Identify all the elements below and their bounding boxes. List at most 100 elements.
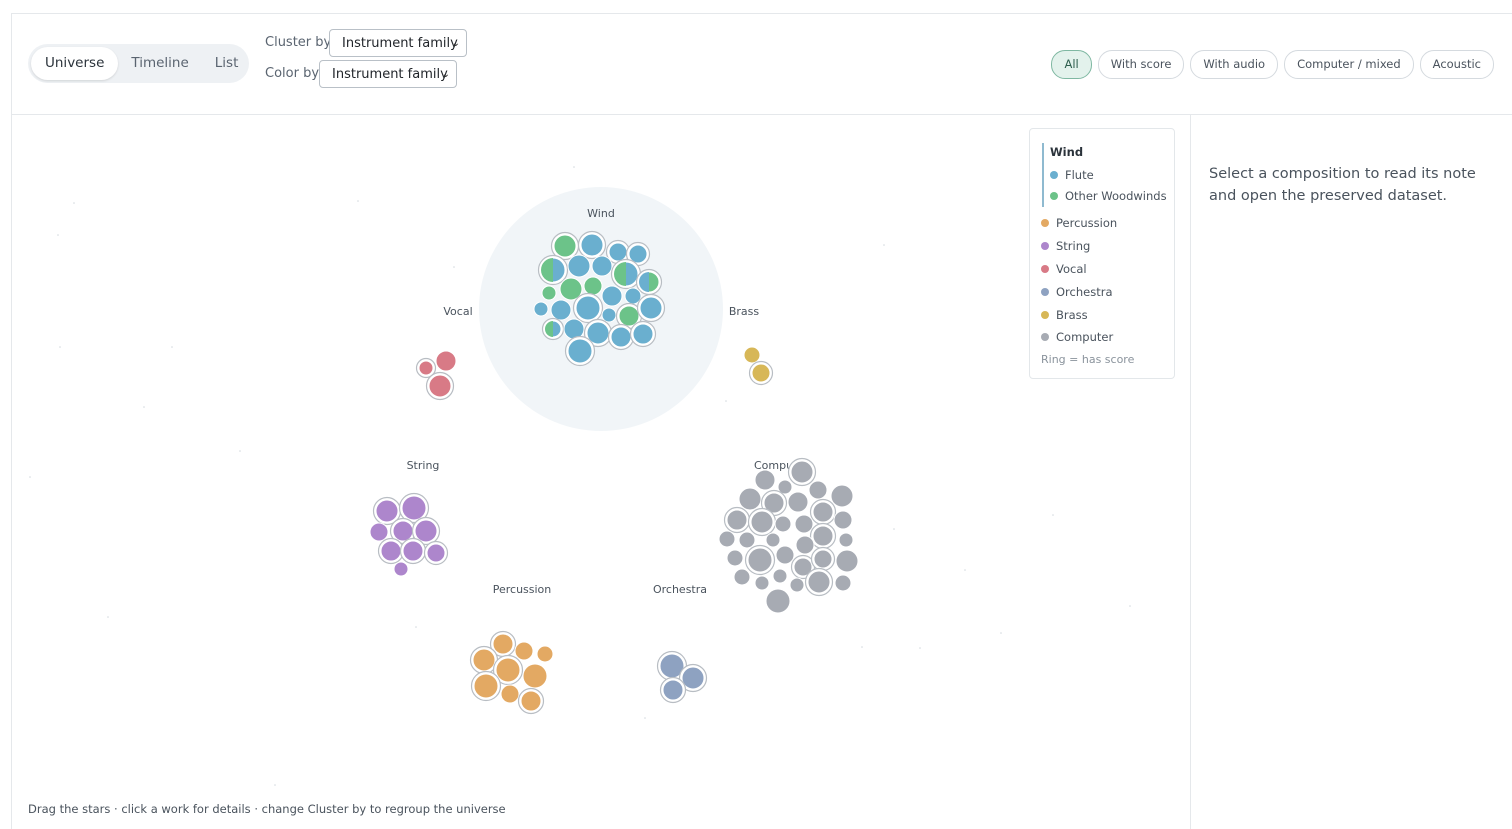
panel-divider: [1190, 115, 1191, 829]
composition-bubble[interactable]: [772, 568, 788, 584]
filter-all-chip[interactable]: All: [1051, 50, 1092, 79]
composition-bubble[interactable]: [754, 575, 770, 591]
composition-bubble[interactable]: [500, 684, 520, 704]
composition-bubble[interactable]: [662, 679, 684, 701]
composition-bubble[interactable]: [812, 501, 834, 523]
filter-with-score-chip[interactable]: With score: [1097, 50, 1185, 79]
legend-item-label: Orchestra: [1056, 285, 1113, 299]
composition-bubble[interactable]: [835, 549, 859, 573]
composition-bubble[interactable]: [790, 460, 814, 484]
cluster-by-label: Cluster by: [265, 35, 332, 50]
chevron-down-icon: ⌄: [451, 38, 460, 49]
composition-bubble[interactable]: [375, 499, 399, 523]
composition-bubble[interactable]: [428, 374, 452, 398]
composition-bubble[interactable]: [522, 663, 548, 689]
composition-bubble[interactable]: [520, 690, 542, 712]
composition-bubble[interactable]: [750, 510, 774, 534]
composition-bubble[interactable]: [414, 519, 438, 543]
composition-bubble[interactable]: [580, 233, 604, 257]
composition-bubble[interactable]: [402, 540, 424, 562]
filter-computer-mixed-chip[interactable]: Computer / mixed: [1284, 50, 1414, 79]
percussion-dot-icon: [1041, 218, 1049, 227]
composition-bubble[interactable]: [751, 363, 771, 383]
composition-bubble[interactable]: [838, 532, 854, 548]
composition-bubble[interactable]: [632, 323, 654, 345]
composition-bubble[interactable]: [775, 545, 795, 565]
universe-canvas[interactable]: Wind Vocal Brass String Percussion Orche…: [12, 115, 1190, 829]
composition-bubble[interactable]: [541, 285, 557, 301]
composition-bubble[interactable]: [808, 480, 828, 500]
view-list-button[interactable]: List: [202, 47, 252, 80]
composition-bubble[interactable]: [813, 549, 833, 569]
composition-bubble[interactable]: [747, 547, 773, 573]
composition-bubble[interactable]: [794, 514, 814, 534]
composition-bubble[interactable]: [738, 487, 762, 511]
composition-bubble[interactable]: [795, 535, 815, 555]
composition-bubble[interactable]: [591, 255, 613, 277]
legend-item-label: Brass: [1056, 308, 1088, 322]
composition-bubbles: [369, 230, 859, 715]
composition-bubble[interactable]: [514, 641, 534, 661]
composition-bubble[interactable]: [833, 510, 853, 530]
cluster-label-wind: Wind: [587, 207, 615, 220]
legend-item-string[interactable]: String: [1041, 239, 1090, 253]
composition-bubble[interactable]: [812, 525, 834, 547]
interaction-hint: Drag the stars · click a work for detail…: [28, 802, 506, 816]
composition-bubble[interactable]: [733, 568, 751, 586]
composition-bubble[interactable]: [601, 307, 617, 323]
composition-bubble[interactable]: [726, 509, 748, 531]
composition-bubble[interactable]: [765, 588, 791, 614]
composition-bubble[interactable]: [550, 299, 572, 321]
filter-acoustic-chip[interactable]: Acoustic: [1419, 50, 1494, 79]
composition-bubble[interactable]: [789, 577, 805, 593]
composition-bubble[interactable]: [608, 242, 628, 262]
composition-bubble[interactable]: [807, 570, 831, 594]
composition-bubble[interactable]: [610, 326, 632, 348]
cluster-by-select[interactable]: Instrument family ⌄: [329, 29, 467, 57]
composition-bubble[interactable]: [492, 633, 514, 655]
composition-bubble[interactable]: [435, 350, 457, 372]
composition-bubble[interactable]: [583, 276, 603, 296]
legend-item-label: String: [1056, 239, 1091, 253]
composition-bubble[interactable]: [774, 515, 792, 533]
view-universe-button[interactable]: Universe: [31, 47, 119, 80]
composition-bubble[interactable]: [536, 645, 554, 663]
composition-bubble[interactable]: [738, 531, 756, 549]
composition-bubble[interactable]: [380, 540, 402, 562]
legend-item-computer[interactable]: Computer: [1041, 330, 1113, 344]
composition-bubble[interactable]: [639, 296, 663, 320]
composition-bubble[interactable]: [393, 561, 409, 577]
legend-item-percussion[interactable]: Percussion: [1041, 216, 1117, 230]
composition-bubble[interactable]: [726, 549, 744, 567]
composition-bubble[interactable]: [575, 295, 601, 321]
composition-bubble[interactable]: [426, 543, 446, 563]
legend-item-vocal[interactable]: Vocal: [1041, 262, 1087, 276]
composition-bubble[interactable]: [765, 532, 781, 548]
composition-bubble[interactable]: [472, 648, 496, 672]
composition-bubble[interactable]: [369, 522, 389, 542]
composition-bubble[interactable]: [473, 673, 499, 699]
composition-bubble[interactable]: [718, 530, 736, 548]
filter-with-audio-chip[interactable]: With audio: [1190, 50, 1279, 79]
composition-bubble[interactable]: [401, 495, 427, 521]
composition-bubble[interactable]: [567, 338, 593, 364]
chevron-down-icon: ⌄: [441, 69, 450, 80]
composition-bubble[interactable]: [553, 234, 577, 258]
composition-bubble[interactable]: [601, 285, 623, 307]
composition-bubble[interactable]: [567, 254, 591, 278]
view-timeline-button[interactable]: Timeline: [118, 47, 201, 80]
composition-bubble[interactable]: [533, 301, 549, 317]
composition-bubble[interactable]: [418, 360, 434, 376]
composition-bubble[interactable]: [754, 469, 776, 491]
composition-bubble[interactable]: [392, 520, 414, 542]
composition-bubble[interactable]: [495, 657, 521, 683]
legend-item-brass[interactable]: Brass: [1041, 308, 1088, 322]
composition-bubble[interactable]: [787, 491, 809, 513]
composition-bubble[interactable]: [743, 346, 761, 364]
composition-bubble[interactable]: [830, 484, 854, 508]
legend-item-other-woodwinds[interactable]: Other Woodwinds: [1050, 189, 1167, 203]
color-by-select[interactable]: Instrument family ⌄: [319, 60, 457, 88]
composition-bubble[interactable]: [834, 574, 852, 592]
legend-item-orchestra[interactable]: Orchestra: [1041, 285, 1113, 299]
legend-item-flute[interactable]: Flute: [1050, 168, 1094, 182]
